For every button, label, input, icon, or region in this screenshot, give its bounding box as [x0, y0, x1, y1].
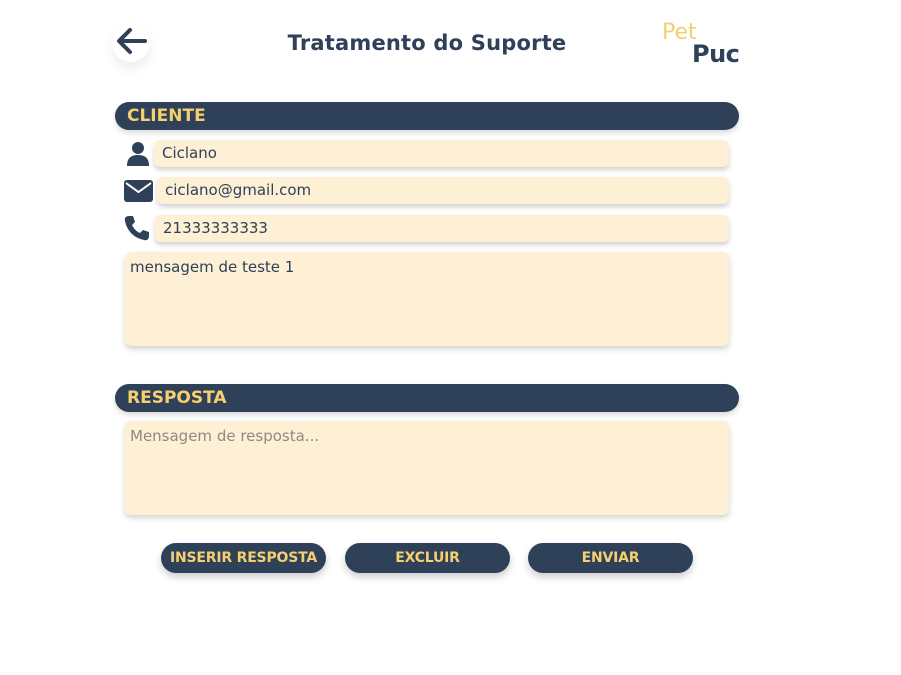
insert-response-button[interactable]: INSERIR RESPOSTA [161, 543, 326, 573]
client-message-textarea[interactable]: mensagem de teste 1 [125, 252, 729, 346]
send-button[interactable]: ENVIAR [528, 543, 693, 573]
resposta-section-label: RESPOSTA [127, 388, 227, 408]
envelope-icon [123, 177, 153, 205]
resposta-section-header: RESPOSTA [115, 384, 739, 412]
logo-puc-text: Puc [692, 40, 740, 68]
email-field[interactable]: ciclano@gmail.com [157, 177, 729, 204]
response-textarea[interactable]: Mensagem de resposta... [125, 421, 729, 515]
phone-icon [122, 214, 152, 242]
delete-button[interactable]: EXCLUIR [345, 543, 510, 573]
cliente-section-header: CLIENTE [115, 102, 739, 130]
name-field[interactable]: Ciclano [154, 140, 729, 167]
logo: Pet Puc [662, 20, 748, 72]
user-icon [123, 140, 153, 168]
phone-field[interactable]: 21333333333 [155, 215, 729, 242]
cliente-section-label: CLIENTE [127, 106, 206, 126]
